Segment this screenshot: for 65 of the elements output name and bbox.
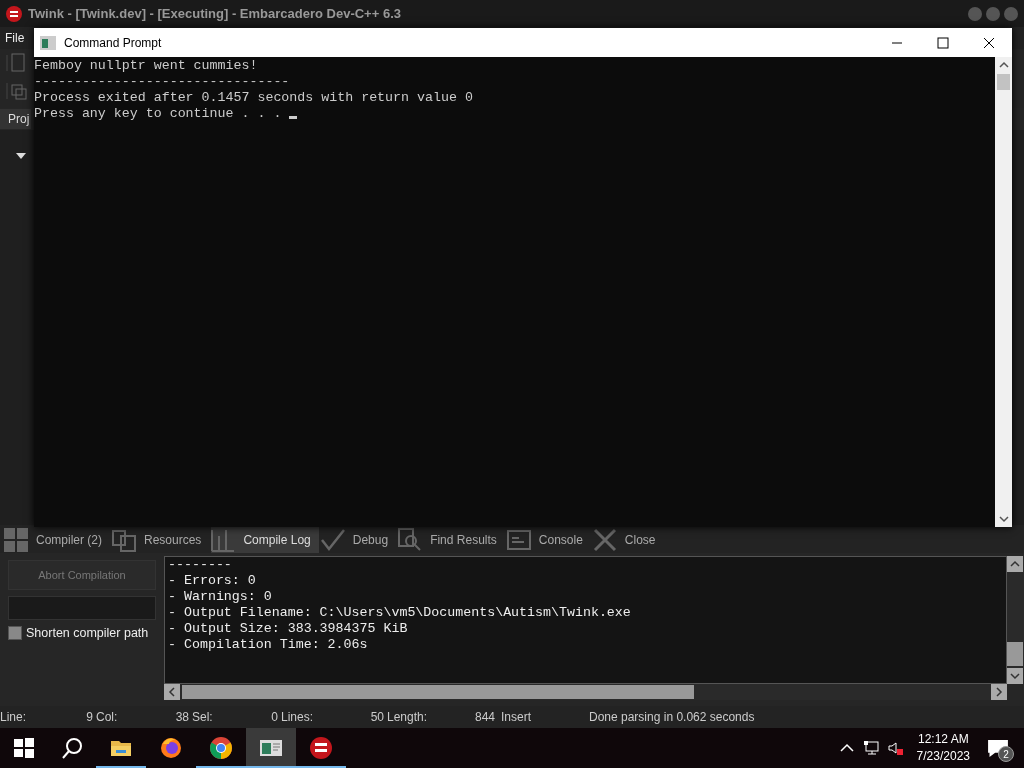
- panel-tab[interactable]: Resources: [112, 527, 210, 553]
- panel-tab[interactable]: Compile Log: [211, 527, 319, 553]
- horizontal-scrollbar[interactable]: [164, 684, 1007, 700]
- maximize-icon[interactable]: [937, 36, 949, 49]
- console-icon: [506, 527, 531, 552]
- checkbox-label: Shorten compiler path: [26, 626, 149, 640]
- devcpp-logo-icon: [6, 5, 22, 22]
- muted-speaker-icon[interactable]: [886, 740, 903, 756]
- close-icon[interactable]: [983, 36, 995, 49]
- devcpp-icon: [309, 736, 333, 760]
- status-label: Lines:: [281, 710, 314, 724]
- status-label: Sel:: [192, 710, 213, 724]
- firefox-icon: [159, 736, 183, 760]
- bar-chart-icon: [211, 527, 236, 552]
- scroll-right-icon[interactable]: [994, 687, 1004, 697]
- scroll-left-icon[interactable]: [167, 687, 177, 697]
- grid-icon: [4, 527, 28, 552]
- status-value: 50: [370, 710, 384, 724]
- chrome-icon: [209, 736, 233, 760]
- console-line: Femboy nullptr went cummies!: [34, 58, 258, 74]
- console-line: Process exited after 0.1457 seconds with return value 0: [34, 90, 473, 106]
- console-line: --------------------------------: [34, 74, 290, 90]
- status-label: Length:: [387, 710, 428, 724]
- clock-time[interactable]: 12:12 AM: [917, 731, 969, 748]
- console-window-icon: [40, 35, 56, 50]
- window-title: Command Prompt: [64, 35, 162, 50]
- expand-arrow-icon[interactable]: [16, 152, 26, 160]
- notification-count: 2: [998, 746, 1014, 762]
- scroll-down-icon[interactable]: [998, 514, 1009, 524]
- scroll-thumb[interactable]: [1007, 642, 1023, 666]
- status-value: 38: [175, 710, 189, 724]
- panel-tab[interactable]: Close: [592, 527, 664, 553]
- project-tab[interactable]: Proj: [0, 109, 32, 129]
- status-value: 844: [474, 710, 495, 724]
- window-title: Twink - [Twink.dev] - [Executing] - Embarcadero Dev-C++ 6.3: [28, 6, 401, 21]
- search-icon[interactable]: [60, 736, 84, 760]
- vertical-scrollbar[interactable]: [1007, 556, 1024, 684]
- checkbox[interactable]: [8, 626, 22, 640]
- taskbar-app[interactable]: [246, 728, 296, 768]
- status-message: Done parsing in 0.062 seconds: [589, 710, 755, 724]
- scroll-up-icon[interactable]: [998, 60, 1009, 70]
- text-cursor: [289, 116, 298, 119]
- scroll-down-icon[interactable]: [1010, 671, 1020, 681]
- close-icon: [592, 527, 617, 552]
- insert-mode: Insert: [500, 710, 532, 724]
- panel-tab[interactable]: Find Results: [398, 527, 505, 553]
- panel-tab[interactable]: Debug: [320, 527, 397, 553]
- console-line: Press any key to continue . . .: [34, 106, 283, 122]
- status-value: 0: [271, 710, 278, 724]
- scroll-thumb[interactable]: [997, 74, 1010, 90]
- status-label: Line:: [0, 710, 27, 724]
- scroll-up-icon[interactable]: [1010, 559, 1020, 569]
- status-label: Col:: [96, 710, 118, 724]
- status-value: 9: [86, 710, 93, 724]
- panel-tab[interactable]: Console: [506, 527, 591, 553]
- network-icon[interactable]: [862, 740, 879, 756]
- compile-log: -------- - Errors: 0 - Warnings: 0 - Output Filename: C:\Users\vm5\Documents\Autism\Twink.exe - Output Size: 383.3984375 KiB - Compilation Time: 2.06s: [164, 556, 1007, 684]
- menu-item[interactable]: File: [5, 31, 25, 45]
- windows-icon: [112, 527, 136, 552]
- panel-tab[interactable]: Compiler (2): [4, 527, 110, 553]
- vertical-scrollbar[interactable]: [995, 57, 1012, 527]
- search-document-icon: [398, 527, 423, 552]
- clock-date[interactable]: 7/23/2023: [916, 748, 970, 765]
- start-icon[interactable]: [12, 736, 36, 760]
- check-icon: [320, 527, 345, 552]
